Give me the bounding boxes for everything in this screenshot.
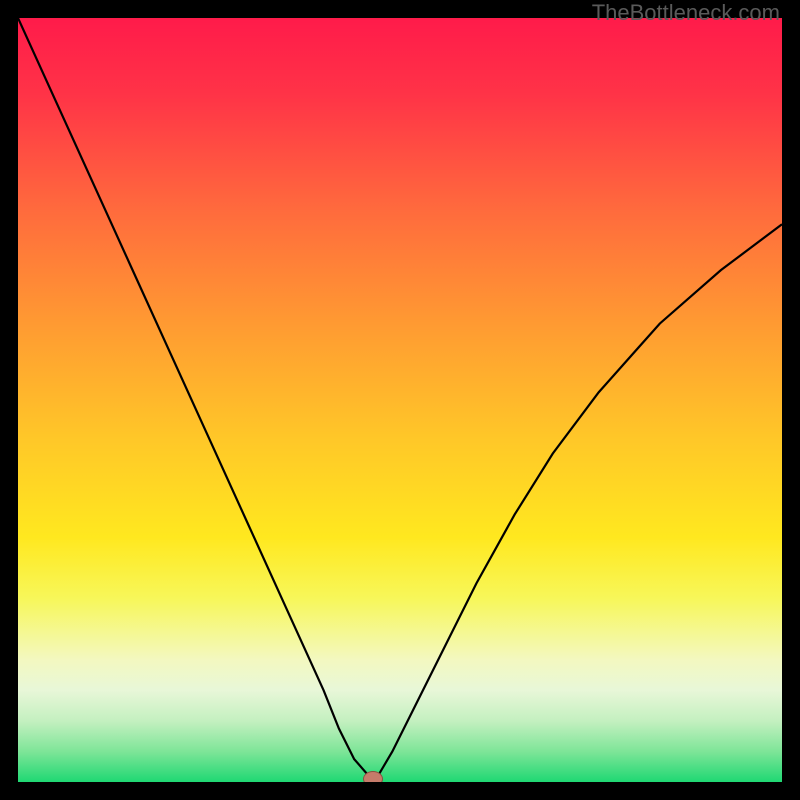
chart-container: TheBottleneck.com bbox=[0, 0, 800, 800]
plot-area bbox=[18, 18, 782, 782]
watermark: TheBottleneck.com bbox=[592, 0, 780, 26]
optimal-marker bbox=[363, 771, 383, 782]
bottleneck-curve bbox=[18, 18, 782, 782]
